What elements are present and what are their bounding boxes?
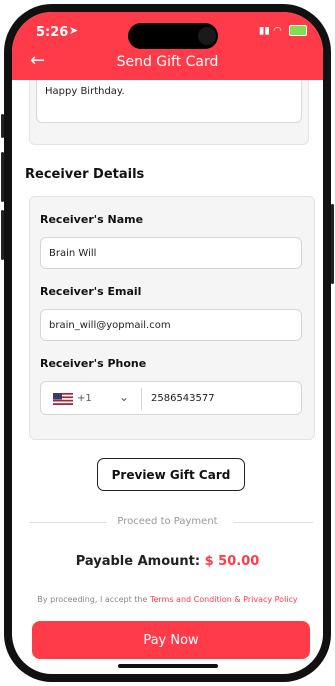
preview-gift-card-button[interactable]: Preview Gift Card (97, 458, 245, 491)
signal-icon: ▮▮ (258, 25, 270, 37)
status-icons: ▮▮ ◠ (259, 25, 307, 37)
pay-now-button[interactable]: Pay Now (32, 621, 310, 659)
message-textarea[interactable]: Happy Birthday. (36, 80, 302, 123)
country-code[interactable]: +1 (77, 393, 92, 404)
payable-amount: Payable Amount: $ 50.00 (12, 554, 323, 569)
receiver-name-label: Receiver's Name (40, 213, 144, 226)
receiver-email-input[interactable] (40, 309, 302, 341)
status-time: 5:26 (36, 25, 69, 40)
receiver-section-title: Receiver Details (25, 167, 145, 182)
chevron-down-icon[interactable]: ⌄ (119, 390, 129, 404)
battery-icon (289, 25, 307, 36)
message-text: Happy Birthday. (45, 86, 125, 97)
receiver-phone-field: +1 ⌄ 2586543577 (40, 381, 302, 415)
message-card: Happy Birthday. (29, 80, 309, 145)
receiver-email-label: Receiver's Email (40, 285, 142, 298)
receiver-name-input[interactable] (40, 237, 302, 269)
phone-frame: 5:26 ➤ ▮▮ ◠ ← Send Gift Card Happy Birth… (1, 4, 334, 682)
screen: 5:26 ➤ ▮▮ ◠ ← Send Gift Card Happy Birth… (12, 12, 323, 674)
location-icon: ➤ (69, 24, 79, 37)
volume-down-button (1, 210, 4, 260)
receiver-phone-label: Receiver's Phone (40, 357, 147, 370)
home-indicator (118, 664, 218, 668)
power-button (331, 204, 334, 284)
payable-value: $ 50.00 (204, 554, 260, 569)
receiver-card: Receiver's Name Receiver's Email Receive… (29, 196, 315, 440)
camera-icon (198, 27, 216, 45)
phone-divider (141, 388, 142, 410)
receiver-phone-input[interactable]: 2586543577 (151, 393, 215, 404)
terms-prefix: By proceeding, I accept the (37, 595, 148, 604)
us-flag-icon (53, 393, 73, 405)
payable-label: Payable Amount: (75, 554, 201, 569)
volume-up-button (1, 152, 4, 202)
mute-switch (1, 114, 4, 138)
page-title: Send Gift Card (116, 54, 219, 70)
wifi-icon: ◠ (273, 25, 282, 37)
divider-right (233, 522, 313, 523)
terms-text: By proceeding, I accept the Terms and Co… (12, 595, 323, 604)
app-header: 5:26 ➤ ▮▮ ◠ ← Send Gift Card (12, 12, 323, 80)
terms-link[interactable]: Terms and Condition & Privacy Policy (150, 595, 298, 604)
